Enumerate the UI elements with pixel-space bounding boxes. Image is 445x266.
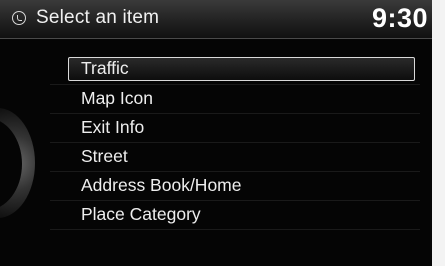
- menu-item-address-book-home[interactable]: Address Book/Home: [68, 171, 415, 200]
- menu-item-traffic[interactable]: Traffic: [68, 57, 415, 81]
- menu-item-map-icon[interactable]: Map Icon: [68, 84, 415, 113]
- menu-item-place-category[interactable]: Place Category: [68, 200, 415, 229]
- page-title: Select an item: [36, 7, 160, 28]
- item-list: Traffic Map Icon Exit Info Street Addres…: [68, 57, 415, 229]
- voice-command-icon: [12, 11, 26, 25]
- row-divider: [50, 229, 420, 230]
- menu-item-street[interactable]: Street: [68, 142, 415, 171]
- menu-item-exit-info[interactable]: Exit Info: [68, 113, 415, 142]
- header-bar: Select an item 9:30: [0, 0, 432, 39]
- nav-screen: Select an item 9:30 Traffic Map Icon Exi…: [0, 0, 432, 266]
- clock: 9:30: [372, 3, 429, 33]
